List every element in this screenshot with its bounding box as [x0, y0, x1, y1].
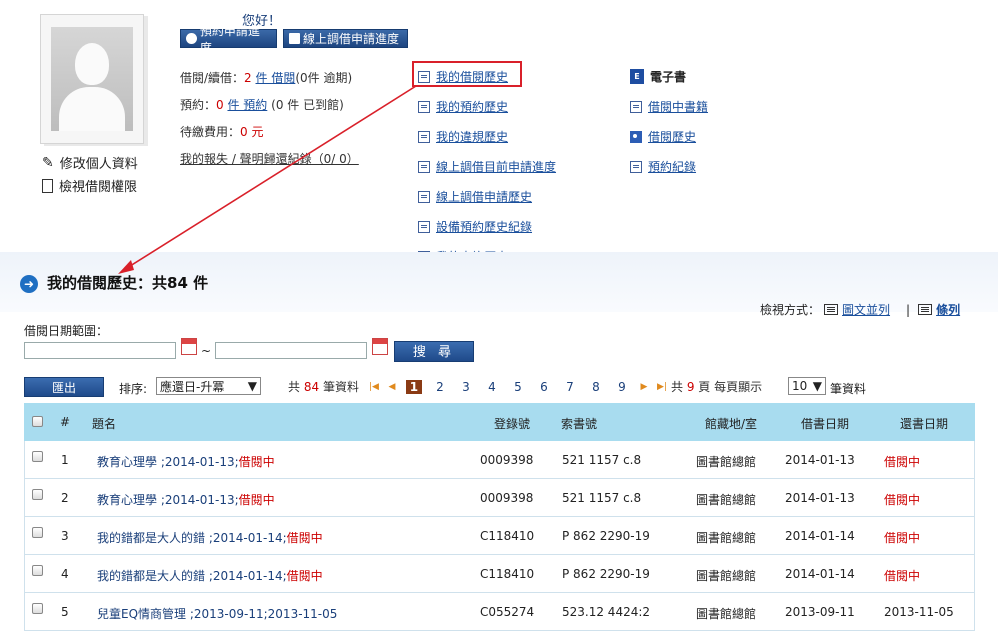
- page-9[interactable]: 9: [609, 380, 635, 394]
- next-page-icon[interactable]: ▶: [635, 382, 653, 392]
- grid-view-icon: [824, 304, 839, 315]
- row-checkbox[interactable]: [32, 489, 43, 500]
- row-checkbox[interactable]: [32, 451, 43, 462]
- page-4[interactable]: 4: [479, 380, 505, 394]
- page-5[interactable]: 5: [505, 380, 531, 394]
- row-checkbox[interactable]: [32, 603, 43, 614]
- book-title-link[interactable]: 兒童EQ情商管理 ;2013-09-11;2013-11-05: [97, 607, 337, 621]
- chevron-down-icon: ▼: [812, 379, 822, 393]
- calendar-icon[interactable]: [181, 338, 197, 355]
- page-8[interactable]: 8: [583, 380, 609, 394]
- page-7[interactable]: 7: [557, 380, 583, 394]
- date-to-input[interactable]: [215, 342, 367, 359]
- view-list-option[interactable]: 條列: [936, 301, 960, 318]
- select-all-checkbox[interactable]: [32, 416, 43, 427]
- date-range-label: 借閱日期範圍：: [24, 324, 109, 338]
- prev-page-icon[interactable]: ◀: [383, 382, 401, 392]
- date-from-input[interactable]: [24, 342, 176, 359]
- page-6[interactable]: 6: [531, 380, 557, 394]
- table-row: 3 我的錯都是大人的錯 ;2014-01-14;借閱中 C118410 P 86…: [24, 517, 975, 555]
- table-row: 4 我的錯都是大人的錯 ;2014-01-14;借閱中 C118410 P 86…: [24, 555, 975, 593]
- book-title-link[interactable]: 教育心理學 ;2014-01-13;: [97, 493, 239, 507]
- book-title-link[interactable]: 我的錯都是大人的錯 ;2014-01-14;: [97, 531, 287, 545]
- last-page-icon[interactable]: ▶|: [653, 382, 671, 392]
- page-2[interactable]: 2: [427, 380, 453, 394]
- first-page-icon[interactable]: |◀: [365, 382, 383, 392]
- table-row: 1 教育心理學 ;2014-01-13;借閱中 0009398 521 1157…: [24, 441, 975, 479]
- per-page-select[interactable]: 10 ▼: [788, 377, 826, 395]
- search-button[interactable]: 搜 尋: [394, 341, 474, 362]
- table-row: 5 兒童EQ情商管理 ;2013-09-11;2013-11-05 C05527…: [24, 593, 975, 631]
- book-title-link[interactable]: 教育心理學 ;2014-01-13;: [97, 455, 239, 469]
- pagination: 共 84 筆資料 |◀ ◀ 1 2 3 4 5 6 7 8 9 ▶ ▶| 共 9…: [288, 379, 763, 394]
- list-view-icon: [918, 304, 933, 315]
- row-checkbox[interactable]: [32, 565, 43, 576]
- view-grid-option[interactable]: 圖文並列: [842, 301, 890, 318]
- page-3[interactable]: 3: [453, 380, 479, 394]
- export-button[interactable]: 匯出: [24, 377, 104, 397]
- book-title-link[interactable]: 我的錯都是大人的錯 ;2014-01-14;: [97, 569, 287, 583]
- table-row: 2 教育心理學 ;2014-01-13;借閱中 0009398 521 1157…: [24, 479, 975, 517]
- page-title: 我的借閱歷史：共84 件: [47, 274, 209, 292]
- view-mode: 檢視方式： 圖文並列 | 條列: [760, 301, 961, 318]
- arrow-right-icon: ➜: [20, 275, 38, 293]
- calendar-icon[interactable]: [372, 338, 388, 355]
- row-checkbox[interactable]: [32, 527, 43, 538]
- sort-select[interactable]: 應還日-升冪 ▼: [156, 377, 261, 395]
- chevron-down-icon: ▼: [247, 379, 257, 393]
- table-header: # 題名 登錄號 索書號 館藏地/室 借書日期 還書日期: [24, 403, 975, 441]
- page-1[interactable]: 1: [405, 379, 422, 394]
